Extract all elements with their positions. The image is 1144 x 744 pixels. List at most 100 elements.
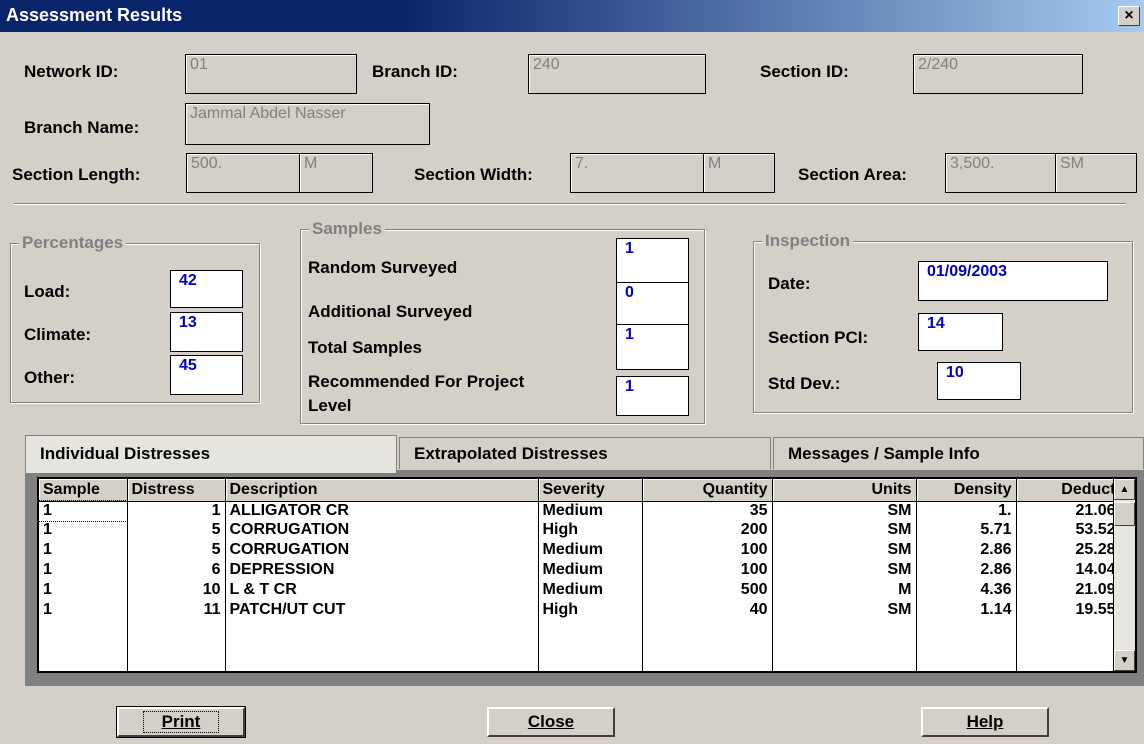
table-row[interactable]: 1 10 L & T CR Medium 500 M 4.36 21.09 — [39, 581, 1121, 601]
table-cell[interactable]: 1 — [39, 581, 128, 601]
table-cell[interactable]: 1 — [39, 561, 128, 581]
close-button[interactable]: Close — [487, 707, 615, 737]
std-dev-value: 10 — [937, 362, 1021, 400]
table-cell[interactable]: 19.55 — [1016, 601, 1121, 621]
table-cell[interactable]: 2.86 — [916, 561, 1017, 581]
table-cell[interactable]: 5 — [127, 521, 226, 541]
table-cell[interactable]: 100 — [642, 541, 773, 561]
column-header[interactable]: Severity — [538, 479, 643, 502]
table-cell[interactable]: SM — [772, 561, 917, 581]
table-row[interactable]: 1 5 CORRUGATION High 200 SM 5.71 53.52 — [39, 521, 1121, 541]
scroll-up-icon[interactable]: ▲ — [1114, 479, 1135, 500]
table-cell[interactable]: SM — [772, 501, 917, 521]
table-cell[interactable]: 5 — [127, 541, 226, 561]
column-header[interactable]: Distress — [127, 479, 226, 502]
table-cell[interactable]: 5.71 — [916, 521, 1017, 541]
table-cell[interactable]: 200 — [642, 521, 773, 541]
table-cell[interactable]: Medium — [538, 541, 643, 561]
table-cell[interactable]: 21.09 — [1016, 581, 1121, 601]
section-length-unit: M — [299, 153, 373, 193]
table-cell[interactable]: 1. — [916, 501, 1017, 521]
inspection-title: Inspection — [762, 231, 854, 251]
close-icon[interactable]: × — [1118, 6, 1140, 26]
column-header[interactable]: Deduct — [1016, 479, 1121, 502]
table-cell[interactable]: 1 — [39, 500, 128, 522]
random-surveyed-value: 1 — [616, 238, 689, 284]
climate-value: 13 — [170, 312, 243, 352]
table-row[interactable]: 1 6 DEPRESSION Medium 100 SM 2.86 14.04 — [39, 561, 1121, 581]
table-cell[interactable]: 4.36 — [916, 581, 1017, 601]
column-header[interactable]: Description — [225, 479, 539, 502]
separator — [14, 203, 1126, 205]
table-cell[interactable]: Medium — [538, 501, 643, 521]
section-area-field: 3,500. — [945, 153, 1057, 193]
load-label: Load: — [24, 282, 71, 301]
table-cell[interactable]: L & T CR — [225, 581, 539, 601]
table-cell[interactable]: 11 — [127, 601, 226, 621]
table-cell[interactable]: 1.14 — [916, 601, 1017, 621]
table-cell[interactable]: 500 — [642, 581, 773, 601]
scroll-down-icon[interactable]: ▼ — [1114, 650, 1135, 671]
tab-individual-distresses[interactable]: Individual Distresses — [25, 435, 397, 473]
table-cell[interactable]: PATCH/UT CUT — [225, 601, 539, 621]
table-cell[interactable]: 1 — [127, 501, 226, 521]
table-cell[interactable]: M — [772, 581, 917, 601]
tab-messages-sample-info[interactable]: Messages / Sample Info — [773, 437, 1144, 469]
table-cell[interactable]: 1 — [39, 541, 128, 561]
table-cell[interactable]: 6 — [127, 561, 226, 581]
std-dev-label: Std Dev.: — [768, 374, 841, 393]
date-value: 01/09/2003 — [918, 261, 1108, 301]
table-cell[interactable]: 14.04 — [1016, 561, 1121, 581]
section-id-label: Section ID: — [760, 62, 849, 81]
table-cell[interactable]: ALLIGATOR CR — [225, 501, 539, 521]
tab-extrapolated-distresses[interactable]: Extrapolated Distresses — [399, 437, 771, 469]
branch-name-field: Jammal Abdel Nasser — [185, 103, 430, 145]
distress-grid[interactable]: Sample Distress Description Severity Qua… — [37, 477, 1137, 673]
table-cell[interactable]: SM — [772, 521, 917, 541]
table-cell[interactable]: 25.28 — [1016, 541, 1121, 561]
table-cell[interactable]: SM — [772, 541, 917, 561]
table-cell[interactable]: 2.86 — [916, 541, 1017, 561]
total-samples-label: Total Samples — [308, 338, 422, 357]
column-header[interactable]: Density — [916, 479, 1017, 502]
table-cell[interactable]: DEPRESSION — [225, 561, 539, 581]
print-button[interactable]: Print — [116, 706, 246, 738]
table-cell[interactable]: 10 — [127, 581, 226, 601]
grid-body: 1 1 ALLIGATOR CR Medium 35 SM 1. 21.06 1 5 CORRUGA… — [39, 500, 1121, 671]
network-id-field: 01 — [185, 54, 357, 94]
table-cell[interactable]: 35 — [642, 501, 773, 521]
help-button[interactable]: Help — [921, 707, 1049, 737]
table-cell[interactable]: 40 — [642, 601, 773, 621]
table-row[interactable]: 1 11 PATCH/UT CUT High 40 SM 1.14 19.55 — [39, 601, 1121, 621]
column-header[interactable]: Sample — [39, 479, 128, 502]
column-header[interactable]: Quantity — [642, 479, 773, 502]
recommended-label-1: Recommended For Project — [308, 372, 525, 391]
table-cell[interactable]: Medium — [538, 561, 643, 581]
table-cell[interactable]: 53.52 — [1016, 521, 1121, 541]
table-cell[interactable]: SM — [772, 601, 917, 621]
table-cell[interactable]: 1 — [39, 601, 128, 621]
table-row[interactable]: 1 1 ALLIGATOR CR Medium 35 SM 1. 21.06 — [39, 500, 1121, 522]
branch-id-field: 240 — [528, 54, 706, 94]
section-area-label: Section Area: — [798, 165, 907, 184]
table-cell[interactable]: CORRUGATION — [225, 541, 539, 561]
climate-label: Climate: — [24, 325, 92, 344]
table-cell[interactable]: High — [538, 601, 643, 621]
table-cell[interactable]: CORRUGATION — [225, 521, 539, 541]
vertical-scrollbar[interactable]: ▲ ▼ — [1113, 479, 1135, 671]
table-row[interactable]: 1 5 CORRUGATION Medium 100 SM 2.86 25.28 — [39, 541, 1121, 561]
table-cell[interactable]: 1 — [39, 521, 128, 541]
table-cell[interactable]: 100 — [642, 561, 773, 581]
table-cell[interactable]: High — [538, 521, 643, 541]
column-header[interactable]: Units — [772, 479, 917, 502]
table-cell[interactable]: Medium — [538, 581, 643, 601]
section-area-unit: SM — [1055, 153, 1137, 193]
total-samples-value: 1 — [616, 324, 689, 370]
section-id-field: 2/240 — [913, 54, 1083, 94]
other-value: 45 — [170, 355, 243, 395]
branch-name-label: Branch Name: — [24, 118, 140, 137]
recommended-value: 1 — [616, 376, 689, 416]
section-width-unit: M — [703, 153, 775, 193]
scroll-thumb[interactable] — [1114, 502, 1135, 526]
table-cell[interactable]: 21.06 — [1016, 501, 1121, 521]
